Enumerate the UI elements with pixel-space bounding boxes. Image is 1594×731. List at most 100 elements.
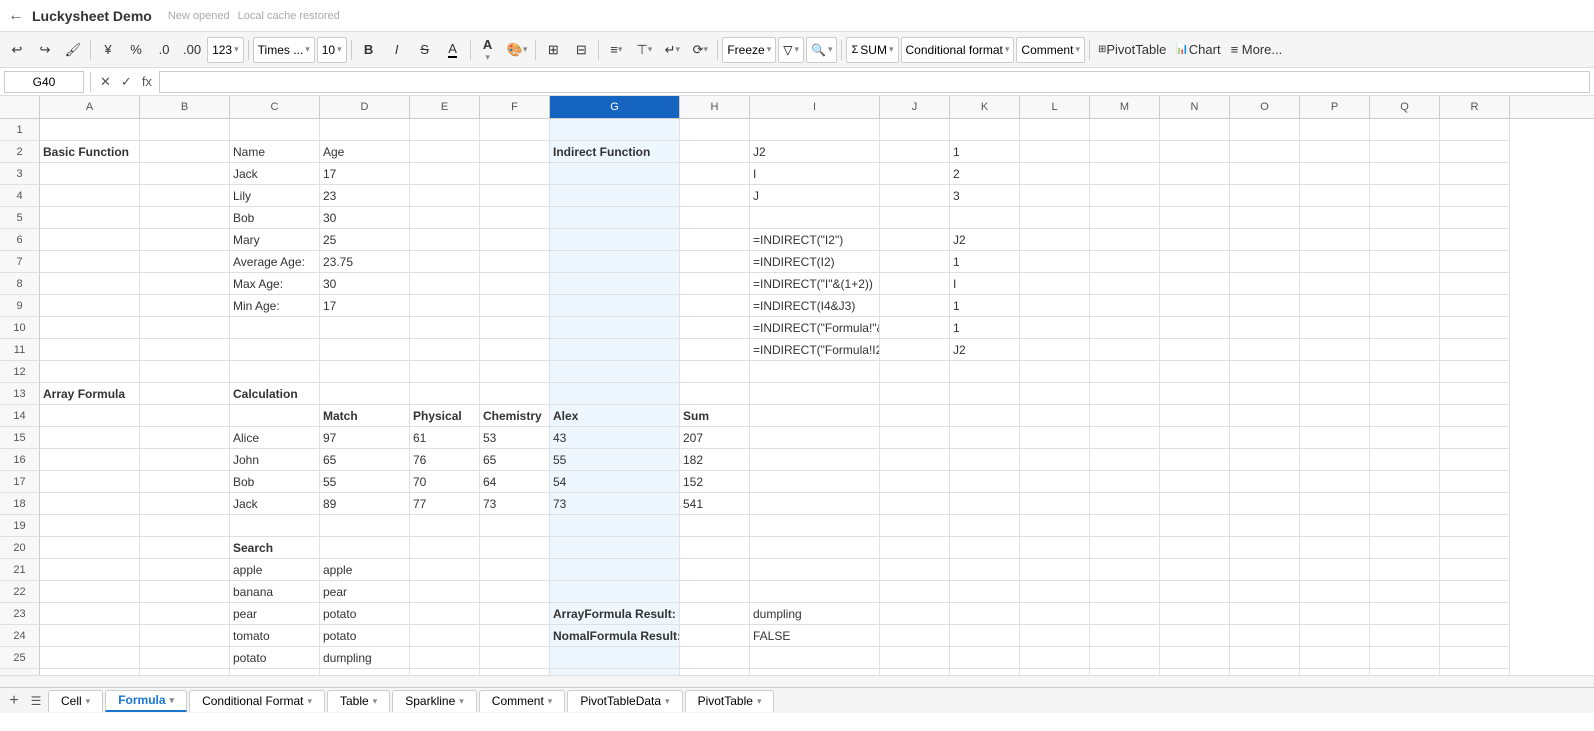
cell[interactable] bbox=[1020, 251, 1090, 273]
filter-button[interactable]: ▽ ▾ bbox=[778, 37, 804, 63]
cell[interactable] bbox=[680, 361, 750, 383]
cell[interactable] bbox=[1440, 427, 1510, 449]
cell[interactable] bbox=[1230, 625, 1300, 647]
cell[interactable] bbox=[880, 427, 950, 449]
cell[interactable] bbox=[550, 669, 680, 675]
cell[interactable] bbox=[750, 405, 880, 427]
cell[interactable] bbox=[1370, 581, 1440, 603]
cell[interactable] bbox=[40, 361, 140, 383]
cell[interactable] bbox=[1230, 163, 1300, 185]
cell[interactable] bbox=[1090, 405, 1160, 427]
font-size-select[interactable]: 10 ▾ bbox=[317, 37, 347, 63]
bold-button[interactable]: B bbox=[356, 37, 382, 63]
cell[interactable] bbox=[1440, 251, 1510, 273]
col-header-a[interactable]: A bbox=[40, 96, 140, 118]
cell[interactable]: I bbox=[950, 273, 1020, 295]
grid-body[interactable]: 12Basic FunctionNameAgeIndirect Function… bbox=[0, 119, 1594, 675]
cell[interactable]: 89 bbox=[320, 493, 410, 515]
cell[interactable] bbox=[1440, 493, 1510, 515]
cell[interactable] bbox=[1370, 141, 1440, 163]
cell[interactable] bbox=[1020, 471, 1090, 493]
cell[interactable] bbox=[1090, 163, 1160, 185]
cell[interactable] bbox=[880, 141, 950, 163]
cell[interactable]: 1 bbox=[950, 317, 1020, 339]
cell[interactable] bbox=[1300, 493, 1370, 515]
cell[interactable] bbox=[410, 603, 480, 625]
tab-formula[interactable]: Formula ▾ bbox=[105, 690, 187, 712]
cell[interactable]: Max Age: bbox=[230, 273, 320, 295]
decimal-less-button[interactable]: .0 bbox=[151, 37, 177, 63]
cell[interactable] bbox=[880, 669, 950, 675]
cell[interactable] bbox=[320, 383, 410, 405]
cell[interactable] bbox=[1230, 207, 1300, 229]
cell[interactable]: NomalFormula Result: bbox=[550, 625, 680, 647]
cell[interactable]: =INDIRECT("I"&(1+2)) bbox=[750, 273, 880, 295]
cell[interactable] bbox=[410, 119, 480, 141]
cell[interactable] bbox=[1440, 295, 1510, 317]
cell[interactable] bbox=[1160, 207, 1230, 229]
cell[interactable] bbox=[140, 185, 230, 207]
cell[interactable] bbox=[40, 603, 140, 625]
cell[interactable] bbox=[950, 559, 1020, 581]
cell[interactable] bbox=[1370, 537, 1440, 559]
cell[interactable] bbox=[1020, 625, 1090, 647]
cell[interactable] bbox=[880, 647, 950, 669]
cell[interactable] bbox=[680, 625, 750, 647]
col-header-c[interactable]: C bbox=[230, 96, 320, 118]
cell[interactable] bbox=[1440, 163, 1510, 185]
cell[interactable] bbox=[550, 581, 680, 603]
cell[interactable] bbox=[680, 581, 750, 603]
cell[interactable] bbox=[1230, 273, 1300, 295]
cell[interactable] bbox=[320, 119, 410, 141]
cell[interactable] bbox=[230, 119, 320, 141]
cell[interactable] bbox=[950, 471, 1020, 493]
cell[interactable]: 76 bbox=[410, 449, 480, 471]
cell[interactable] bbox=[680, 383, 750, 405]
cell[interactable] bbox=[40, 405, 140, 427]
cell[interactable] bbox=[40, 515, 140, 537]
cell[interactable] bbox=[480, 207, 550, 229]
cell[interactable] bbox=[1230, 295, 1300, 317]
cell[interactable] bbox=[1090, 647, 1160, 669]
cell[interactable] bbox=[140, 515, 230, 537]
cell[interactable] bbox=[1370, 405, 1440, 427]
cell[interactable]: Jack bbox=[230, 493, 320, 515]
cell[interactable] bbox=[410, 141, 480, 163]
tab-pivottable[interactable]: PivotTable ▾ bbox=[685, 690, 775, 712]
cell[interactable] bbox=[550, 251, 680, 273]
cell[interactable] bbox=[410, 559, 480, 581]
cell[interactable] bbox=[1440, 141, 1510, 163]
cell[interactable] bbox=[1300, 603, 1370, 625]
cell[interactable] bbox=[1160, 185, 1230, 207]
cell[interactable] bbox=[1300, 185, 1370, 207]
cell[interactable] bbox=[1230, 339, 1300, 361]
cell[interactable] bbox=[1300, 405, 1370, 427]
cell[interactable] bbox=[1020, 361, 1090, 383]
cell[interactable] bbox=[320, 339, 410, 361]
col-header-m[interactable]: M bbox=[1090, 96, 1160, 118]
cell[interactable] bbox=[1440, 471, 1510, 493]
cell[interactable] bbox=[1440, 647, 1510, 669]
cell[interactable]: 53 bbox=[480, 427, 550, 449]
cell[interactable] bbox=[1370, 339, 1440, 361]
cell[interactable] bbox=[1370, 559, 1440, 581]
cell[interactable] bbox=[140, 669, 230, 675]
cell[interactable] bbox=[750, 449, 880, 471]
cell[interactable] bbox=[1440, 405, 1510, 427]
cell[interactable] bbox=[410, 625, 480, 647]
cell[interactable] bbox=[140, 603, 230, 625]
cell[interactable] bbox=[1090, 361, 1160, 383]
cell[interactable]: Physical bbox=[410, 405, 480, 427]
cell[interactable] bbox=[680, 251, 750, 273]
cell[interactable] bbox=[750, 493, 880, 515]
cell[interactable] bbox=[550, 207, 680, 229]
cell[interactable] bbox=[1230, 405, 1300, 427]
format-select[interactable]: 123 ▾ bbox=[207, 37, 244, 63]
cell[interactable] bbox=[230, 361, 320, 383]
redo-button[interactable]: ↪ bbox=[32, 37, 58, 63]
cell[interactable] bbox=[1300, 383, 1370, 405]
cell[interactable]: 54 bbox=[550, 471, 680, 493]
col-header-g[interactable]: G bbox=[550, 96, 680, 118]
cell[interactable] bbox=[1020, 647, 1090, 669]
cell[interactable] bbox=[1090, 251, 1160, 273]
